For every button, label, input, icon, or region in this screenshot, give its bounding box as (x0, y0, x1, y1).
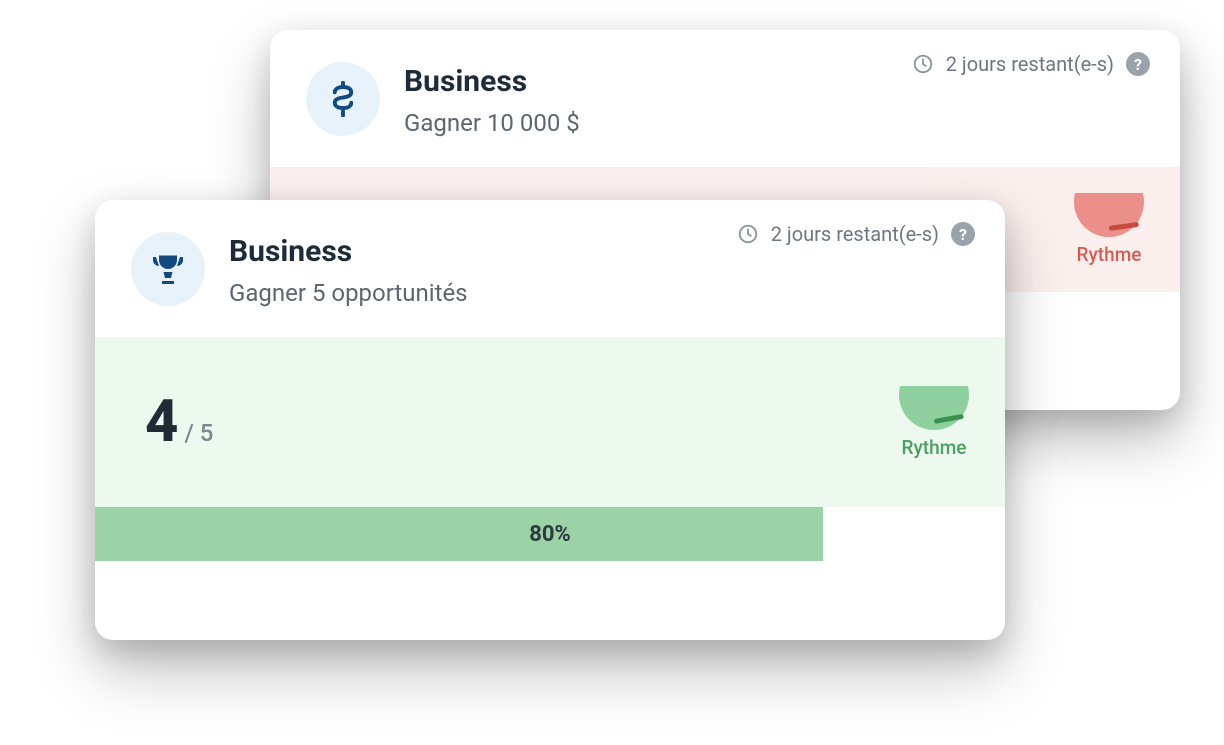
metric-total: / 5 (184, 419, 213, 447)
card-title: Business (404, 64, 1144, 99)
card-subtitle: Gagner 10 000 $ (404, 109, 1144, 137)
card-subtitle: Gagner 5 opportunités (229, 279, 969, 307)
pace-gauge: Rythme (1074, 193, 1144, 266)
pace-gauge: Rythme (899, 386, 969, 459)
progress-metric: 4 / 5 (145, 393, 213, 451)
card-header: Business Gagner 5 opportunités (95, 200, 1005, 337)
progress-bar: 80% (95, 507, 1005, 561)
goal-card-opportunities[interactable]: 2 jours restant(e-s) ? Business Gagner 5… (95, 200, 1005, 640)
card-title: Business (229, 234, 969, 269)
trophy-icon (131, 232, 205, 306)
gauge-label: Rythme (902, 436, 967, 459)
dollar-icon (306, 62, 380, 136)
progress-percent-label: 80% (95, 507, 1005, 561)
gauge-label: Rythme (1077, 243, 1142, 266)
metric-current: 4 (145, 393, 178, 451)
card-body: 4 / 5 Rythme (95, 337, 1005, 507)
card-header: Business Gagner 10 000 $ (270, 30, 1180, 167)
